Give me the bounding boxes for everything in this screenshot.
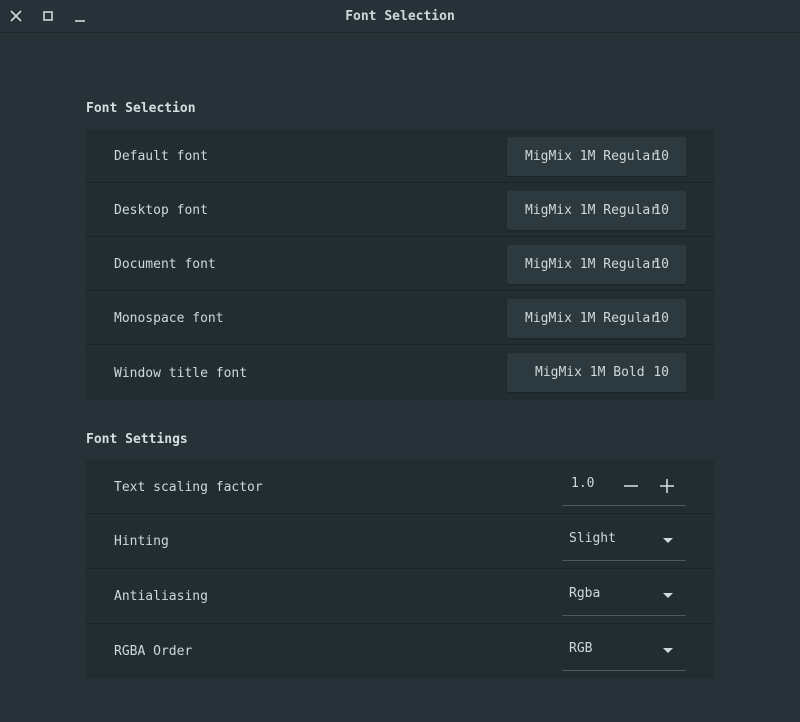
window-title-font-button[interactable]: MigMix 1M Bold 10 [507,353,686,392]
desktop-font-button[interactable]: MigMix 1M Regular 10 [507,191,686,230]
rgba-order-dropdown[interactable]: RGB [562,624,686,671]
increase-button[interactable] [656,472,678,494]
font-size: 10 [653,257,669,272]
section-title-font-selection: Font Selection [86,101,196,116]
text-scaling-value: 1.0 [571,476,595,491]
monospace-font-label: Monospace font [114,311,224,326]
document-font-button[interactable]: MigMix 1M Regular 10 [507,245,686,284]
plus-icon [660,479,674,493]
document-font-label: Document font [114,257,216,272]
decrease-button[interactable] [620,472,642,494]
default-font-label: Default font [114,149,208,164]
text-scaling-spinbutton[interactable]: 1.0 [562,460,686,506]
list-item: Desktop font MigMix 1M Regular 10 [86,183,714,237]
list-item: Monospace font MigMix 1M Regular 10 [86,291,714,345]
font-name: MigMix 1M Regular [525,203,659,218]
window-title-font-label: Window title font [114,366,248,381]
desktop-font-label: Desktop font [114,203,208,218]
antialiasing-label: Antialiasing [114,589,208,604]
list-item: Window title font MigMix 1M Bold 10 [86,345,714,400]
list-item: RGBA Order RGB [86,624,714,679]
hinting-dropdown[interactable]: Slight [562,514,686,561]
section-title-font-settings: Font Settings [86,432,188,447]
antialiasing-dropdown[interactable]: Rgba [562,569,686,616]
list-item: Text scaling factor 1.0 [86,460,714,514]
list-item: Antialiasing Rgba [86,569,714,624]
list-item: Default font MigMix 1M Regular 10 [86,129,714,183]
font-name: MigMix 1M Regular [525,311,659,326]
list-item: Document font MigMix 1M Regular 10 [86,237,714,291]
list-item: Hinting Slight [86,514,714,569]
hinting-value: Slight [569,531,616,546]
font-selection-panel: Default font MigMix 1M Regular 10 Deskto… [86,129,714,400]
dropdown-arrow-icon [663,648,673,653]
font-name: MigMix 1M Bold [535,365,645,380]
dropdown-arrow-icon [663,593,673,598]
minus-icon [624,485,638,487]
font-size: 10 [653,203,669,218]
dropdown-arrow-icon [663,538,673,543]
default-font-button[interactable]: MigMix 1M Regular 10 [507,137,686,176]
rgba-order-label: RGBA Order [114,644,193,659]
hinting-label: Hinting [114,534,169,549]
font-settings-panel: Text scaling factor 1.0 Hinting Slight A… [86,460,714,679]
monospace-font-button[interactable]: MigMix 1M Regular 10 [507,299,686,338]
font-name: MigMix 1M Regular [525,257,659,272]
font-size: 10 [653,365,669,380]
font-name: MigMix 1M Regular [525,149,659,164]
text-scaling-label: Text scaling factor [114,480,263,495]
antialiasing-value: Rgba [569,586,601,601]
title-bar: Font Selection [0,0,800,33]
font-size: 10 [653,311,669,326]
window-title: Font Selection [345,9,455,24]
rgba-order-value: RGB [569,641,593,656]
font-size: 10 [653,149,669,164]
